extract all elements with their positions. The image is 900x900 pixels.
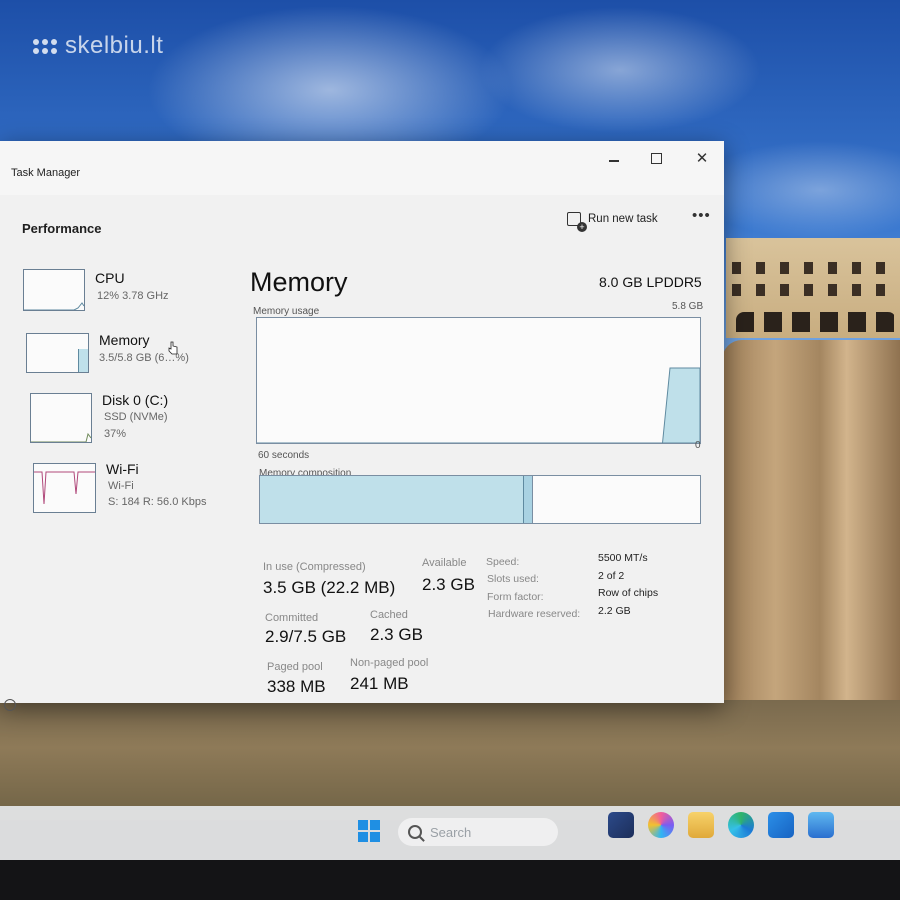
sidebar-item-memory[interactable]: Memory 3.5/5.8 GB (6…%): [26, 331, 226, 379]
composition-modified: [524, 476, 533, 523]
in-use-label: In use (Compressed): [263, 561, 366, 573]
memory-usage-max: 5.8 GB: [672, 301, 704, 312]
task-view-icon[interactable]: [608, 812, 634, 838]
title-bar[interactable]: Task Manager ✕: [0, 141, 724, 195]
watermark-text: skelbiu.lt: [65, 32, 164, 59]
memory-usage-plot: [257, 367, 700, 443]
screen-bezel: [0, 860, 900, 900]
composition-in-use: [260, 476, 524, 523]
run-new-task-button[interactable]: Run new task: [567, 212, 658, 232]
taskbar-apps: [608, 812, 834, 838]
sidebar-item-disk[interactable]: Disk 0 (C:) SSD (NVMe) 37%: [30, 391, 230, 443]
available-label: Available: [422, 557, 467, 569]
committed-value: 2.9/7.5 GB: [265, 627, 347, 646]
sidebar-item-wifi[interactable]: Wi-Fi Wi-Fi S: 184 R: 56.0 Kbps: [33, 461, 243, 513]
form-factor-value: Row of chips: [598, 587, 659, 599]
close-icon: ✕: [695, 150, 709, 167]
wallpaper-building: [726, 238, 900, 338]
wifi-thumb-graph: [34, 471, 95, 505]
available-value: 2.3 GB: [422, 575, 475, 594]
minimize-icon: [609, 160, 619, 162]
sidebar-cpu-label: CPU: [95, 270, 125, 286]
paged-pool-value: 338 MB: [267, 677, 326, 696]
hand-cursor-icon: [168, 341, 178, 355]
page-header: Performance Run new task •••: [0, 195, 724, 245]
memory-spec: 8.0 GB LPDDR5: [599, 274, 702, 290]
file-explorer-icon[interactable]: [688, 812, 714, 838]
window-title: Task Manager: [11, 167, 81, 179]
memory-thumbnail: [26, 333, 89, 373]
graph-zero-label: 0: [695, 440, 701, 451]
memory-usage-graph: [256, 317, 701, 444]
minimize-button[interactable]: [600, 149, 628, 167]
cached-label: Cached: [370, 609, 408, 621]
settings-gear-icon[interactable]: [4, 699, 16, 711]
memory-usage-label: Memory usage: [253, 306, 320, 317]
disk-thumb-graph: [31, 432, 91, 442]
edge-browser-icon[interactable]: [728, 812, 754, 838]
non-paged-pool-value: 241 MB: [350, 674, 409, 693]
close-button[interactable]: ✕: [688, 149, 716, 167]
cpu-thumbnail: [23, 269, 85, 311]
non-paged-pool-label: Non-paged pool: [350, 657, 429, 669]
windows-logo-icon-part: [370, 832, 380, 842]
graph-time-label: 60 seconds: [258, 450, 310, 461]
search-icon: [408, 825, 422, 839]
maximize-button[interactable]: [642, 149, 670, 167]
task-manager-window: Task Manager ✕ Performance Run new task …: [0, 141, 724, 711]
slots-used-value: 2 of 2: [598, 570, 625, 582]
memory-usage-area: [257, 367, 700, 443]
form-factor-label: Form factor:: [487, 591, 544, 603]
in-use-value: 3.5 GB (22.2 MB): [263, 578, 396, 597]
copilot-icon[interactable]: [648, 812, 674, 838]
committed-label: Committed: [265, 612, 319, 624]
sidebar-disk-label: Disk 0 (C:): [102, 392, 169, 408]
memory-heading: Memory: [250, 267, 348, 297]
maximize-icon: [650, 152, 662, 164]
sidebar-memory-label: Memory: [99, 332, 150, 348]
sidebar-wifi-type: Wi-Fi: [108, 480, 134, 492]
cpu-thumb-graph: [24, 302, 84, 310]
sidebar-item-cpu[interactable]: CPU 12% 3.78 GHz: [23, 269, 223, 317]
windows-logo-icon-part: [358, 832, 368, 842]
sidebar-wifi-speed: S: 184 R: 56.0 Kbps: [108, 496, 207, 508]
hardware-reserved-value: 2.2 GB: [598, 605, 631, 617]
sidebar-cpu-usage: 12% 3.78 GHz: [97, 290, 169, 302]
run-task-icon: [567, 212, 587, 232]
store-icon[interactable]: [768, 812, 794, 838]
taskbar-search-box[interactable]: Search: [398, 818, 558, 846]
wifi-thumbnail: [33, 463, 96, 513]
speed-value: 5500 MT/s: [598, 552, 648, 564]
windows-logo-icon: [358, 820, 368, 830]
page-title: Performance: [22, 221, 102, 236]
windows-logo-icon-part: [370, 820, 380, 830]
disk-thumbnail: [30, 393, 92, 443]
sidebar-disk-type: SSD (NVMe): [104, 411, 168, 423]
speed-label: Speed:: [486, 556, 520, 568]
slots-used-label: Slots used:: [487, 573, 539, 585]
more-options-button[interactable]: •••: [692, 207, 711, 224]
watermark-logo: skelbiu.lt: [33, 32, 163, 60]
sidebar-wifi-label: Wi-Fi: [106, 461, 139, 477]
start-button[interactable]: [358, 820, 380, 842]
sidebar-disk-usage: 37%: [104, 428, 127, 440]
run-new-task-label: Run new task: [588, 213, 658, 225]
memory-thumb-fill: [78, 349, 88, 372]
wallpaper-rocks: [0, 700, 900, 820]
paged-pool-label: Paged pool: [267, 661, 323, 673]
memory-composition-bar: [259, 475, 701, 524]
photos-icon[interactable]: [808, 812, 834, 838]
cached-value: 2.3 GB: [370, 625, 423, 644]
search-placeholder: Search: [430, 824, 472, 840]
hardware-reserved-label: Hardware reserved:: [488, 608, 581, 620]
